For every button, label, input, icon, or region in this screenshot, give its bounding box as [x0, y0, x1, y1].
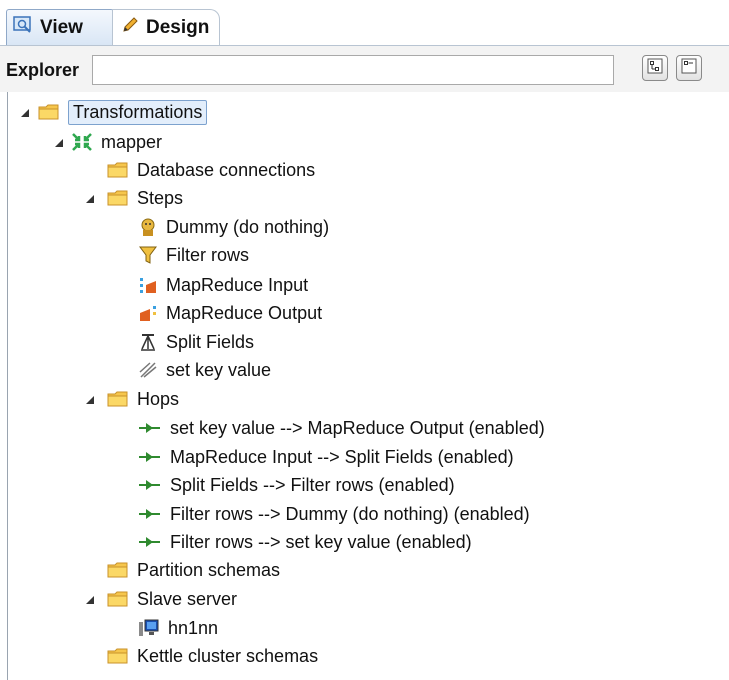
- tree-item-label: MapReduce Input --> Split Fields (enable…: [170, 446, 514, 467]
- step-item-set-key-value[interactable]: set key value: [138, 355, 271, 385]
- tab-bar: View Design: [0, 0, 729, 46]
- tree-item-label: MapReduce Input: [166, 274, 309, 295]
- tree-item-slave-server[interactable]: Slave server: [107, 584, 237, 614]
- pencil-icon: [121, 16, 139, 40]
- tree-item-label: Slave server: [137, 588, 238, 609]
- explorer-bar: Explorer: [0, 46, 729, 92]
- expand-arrow-icon[interactable]: [86, 396, 94, 404]
- hop-arrow-icon: [138, 536, 162, 548]
- hop-item[interactable]: Filter rows --> Dummy (do nothing) (enab…: [138, 499, 530, 529]
- mapreduce-output-icon: [138, 303, 158, 323]
- hop-arrow-icon: [138, 479, 162, 491]
- tab-design-label: Design: [146, 16, 210, 38]
- step-item-mapreduce-input[interactable]: MapReduce Input: [138, 270, 308, 300]
- folder-icon: [107, 590, 129, 608]
- tree-item-label: MapReduce Output: [166, 302, 323, 323]
- folder-icon: [107, 561, 129, 579]
- split-fields-icon: [138, 332, 158, 352]
- tree-item-label: Kettle cluster schemas: [137, 645, 319, 666]
- hop-arrow-icon: [138, 451, 162, 463]
- tree-item-hops[interactable]: Hops: [107, 384, 179, 414]
- scripting-icon: [138, 360, 158, 380]
- tree-item-label: Database connections: [137, 159, 316, 180]
- mapreduce-input-icon: [138, 275, 158, 295]
- hop-item[interactable]: Split Fields --> Filter rows (enabled): [138, 470, 455, 500]
- tree-item-database-connections[interactable]: Database connections: [107, 155, 315, 185]
- collapse-all-button[interactable]: [676, 55, 702, 81]
- explorer-search-input[interactable]: [92, 55, 614, 85]
- tree-item-label: Dummy (do nothing): [166, 216, 330, 237]
- expand-arrow-icon[interactable]: [86, 596, 94, 604]
- tree-item-label: Filter rows: [166, 244, 250, 265]
- tree-item-label: set key value: [166, 359, 272, 380]
- explorer-tree: Transformations mapper Database connecti…: [7, 92, 729, 680]
- tree-item-mapper[interactable]: mapper: [71, 127, 162, 157]
- tree-item-label: Hops: [137, 388, 180, 409]
- hop-arrow-icon: [138, 422, 162, 434]
- tab-design[interactable]: Design: [112, 9, 220, 45]
- folder-icon: [107, 647, 129, 665]
- dummy-step-icon: [138, 217, 158, 237]
- server-item-hn1nn[interactable]: hn1nn: [138, 613, 218, 643]
- step-item-filter-rows[interactable]: Filter rows: [138, 240, 249, 270]
- step-item-mapreduce-output[interactable]: MapReduce Output: [138, 298, 322, 328]
- tree-item-kettle-cluster-schemas[interactable]: Kettle cluster schemas: [107, 641, 318, 671]
- tree-item-label: Filter rows --> set key value (enabled): [170, 531, 472, 552]
- filter-icon: [138, 245, 158, 265]
- tree-item-label: set key value --> MapReduce Output (enab…: [170, 417, 545, 438]
- tab-view-label: View: [40, 16, 83, 38]
- step-item-split-fields[interactable]: Split Fields: [138, 327, 254, 357]
- collapse-all-icon: [681, 58, 697, 79]
- tree-item-transformations[interactable]: Transformations: [38, 97, 208, 127]
- tree-item-steps[interactable]: Steps: [107, 183, 183, 213]
- hop-item[interactable]: MapReduce Input --> Split Fields (enable…: [138, 442, 514, 472]
- folder-icon: [107, 390, 129, 408]
- tree-item-label: mapper: [101, 131, 163, 152]
- tree-item-label: Filter rows --> Dummy (do nothing) (enab…: [170, 503, 530, 524]
- expand-all-icon: [647, 58, 663, 79]
- tree-item-label: Steps: [137, 187, 184, 208]
- transformation-icon: [71, 132, 93, 152]
- folder-icon: [107, 161, 129, 179]
- hop-arrow-icon: [138, 508, 162, 520]
- tree-item-partition-schemas[interactable]: Partition schemas: [107, 555, 280, 585]
- step-item-dummy[interactable]: Dummy (do nothing): [138, 212, 329, 242]
- server-icon: [138, 618, 160, 638]
- folder-icon: [107, 189, 129, 207]
- tree-item-label: Split Fields: [166, 331, 255, 352]
- expand-all-button[interactable]: [642, 55, 668, 81]
- tree-item-label: Split Fields --> Filter rows (enabled): [170, 474, 455, 495]
- tab-view[interactable]: View: [6, 9, 114, 45]
- expand-arrow-icon[interactable]: [21, 109, 29, 117]
- tree-item-label: Partition schemas: [137, 559, 281, 580]
- view-icon: [13, 15, 33, 40]
- hop-item[interactable]: Filter rows --> set key value (enabled): [138, 527, 472, 557]
- tree-item-label: hn1nn: [168, 617, 219, 638]
- expand-arrow-icon[interactable]: [86, 195, 94, 203]
- hop-item[interactable]: set key value --> MapReduce Output (enab…: [138, 413, 545, 443]
- folder-icon: [38, 103, 60, 121]
- explorer-label: Explorer: [6, 60, 80, 80]
- expand-arrow-icon[interactable]: [55, 139, 63, 147]
- tree-item-label: Transformations: [68, 99, 208, 125]
